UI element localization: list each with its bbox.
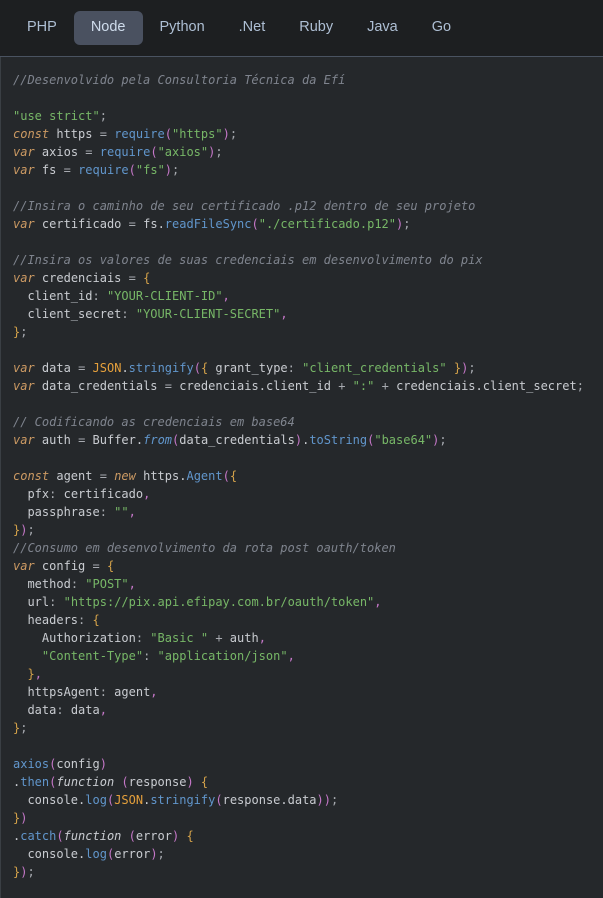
tab-ruby[interactable]: Ruby (282, 11, 350, 45)
tab-net[interactable]: .Net (222, 11, 283, 45)
code-sample-panel: PHP Node Python .Net Ruby Java Go //Dese… (0, 0, 603, 898)
code-block[interactable]: //Desenvolvido pela Consultoria Técnica … (1, 57, 602, 891)
tab-java[interactable]: Java (350, 11, 415, 45)
code-viewport[interactable]: //Desenvolvido pela Consultoria Técnica … (0, 57, 603, 898)
language-tab-bar: PHP Node Python .Net Ruby Java Go (0, 0, 603, 57)
tab-python[interactable]: Python (143, 11, 222, 45)
tab-node[interactable]: Node (73, 11, 143, 45)
tab-go[interactable]: Go (415, 11, 468, 45)
tab-php[interactable]: PHP (10, 11, 74, 45)
